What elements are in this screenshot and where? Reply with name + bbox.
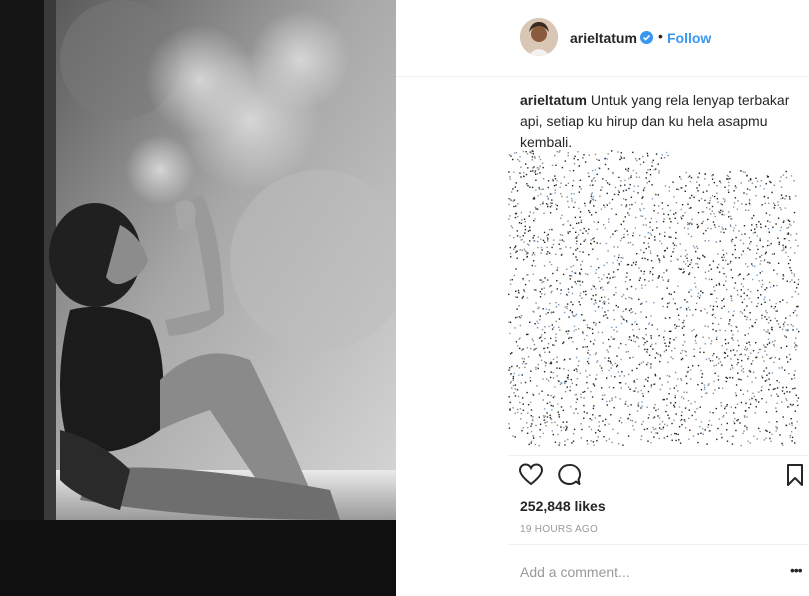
divider <box>508 544 809 545</box>
divider <box>508 455 809 456</box>
photo-artwork <box>0 0 396 596</box>
more-options-icon[interactable]: ••• <box>790 562 803 578</box>
post-photo[interactable] <box>0 0 396 596</box>
post-side-panel: arieltatum • Follow arieltatum Untuk yang… <box>396 0 809 596</box>
separator-dot: • <box>658 28 663 44</box>
verified-badge-icon <box>640 31 653 44</box>
post-header: arieltatum • Follow <box>396 0 809 77</box>
post-caption: arieltatum Untuk yang rela lenyap terbaka… <box>520 90 800 153</box>
bookmark-icon[interactable] <box>782 462 808 488</box>
follow-button[interactable]: Follow <box>667 30 711 46</box>
action-bar <box>518 462 808 490</box>
heart-icon[interactable] <box>518 462 544 488</box>
comment-input[interactable] <box>520 562 770 582</box>
post-timestamp[interactable]: 19 HOURS AGO <box>520 524 598 535</box>
redacted-comments <box>508 150 800 447</box>
comment-bubble-icon[interactable] <box>556 462 582 488</box>
avatar[interactable] <box>520 18 558 56</box>
username-link[interactable]: arieltatum <box>570 30 637 46</box>
like-count[interactable]: 252,848 likes <box>520 498 606 514</box>
caption-username[interactable]: arieltatum <box>520 92 587 108</box>
